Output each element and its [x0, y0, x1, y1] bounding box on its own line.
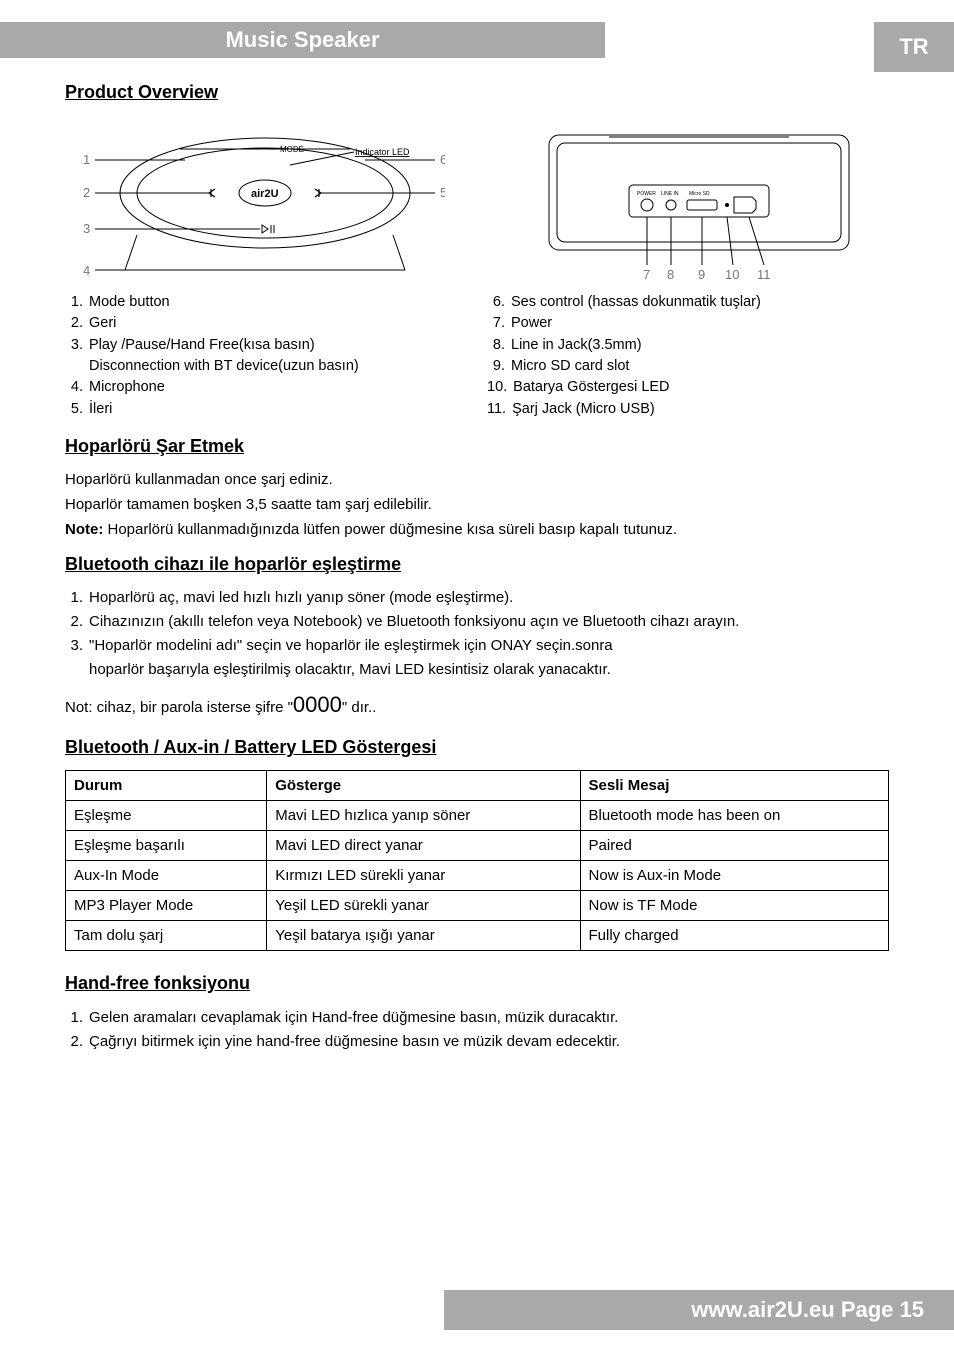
callout-9: 9 [698, 267, 705, 282]
callout-11: 11 [757, 267, 771, 282]
list-item: 1.Gelen aramaları cevaplamak için Hand-f… [65, 1007, 889, 1028]
pair-list: 1.Hoparlörü aç, mavi led hızlı hızlı yan… [65, 587, 889, 680]
list-item-sub: Disconnection with BT device(uzun basın) [89, 356, 467, 376]
back-diagram: POWER LINE IN Micro SD 7 8 9 10 11 [509, 115, 889, 285]
microsd-port-label: Micro SD [689, 191, 710, 197]
footer-banner: www.air2U.eu Page 15 [444, 1290, 954, 1330]
th-durum: Durum [66, 771, 267, 801]
led-status-table: Durum Gösterge Sesli Mesaj EşleşmeMavi L… [65, 770, 889, 951]
callout-5: 5 [440, 185, 445, 200]
parts-list: 1.Mode button 2.Geri 3.Play /Pause/Hand … [65, 291, 889, 420]
table-row: EşleşmeMavi LED hızlıca yanıp sönerBluet… [66, 801, 889, 831]
section-title-overview: Product Overview [65, 80, 889, 105]
list-item: 2.Geri [65, 313, 467, 333]
table-header-row: Durum Gösterge Sesli Mesaj [66, 771, 889, 801]
power-port-label: POWER [637, 191, 656, 197]
pw-code: 0000 [293, 692, 342, 717]
list-item-sub: hoparlör başarıyla eşleştirilmiş olacakt… [89, 659, 889, 680]
content: Product Overview [65, 80, 889, 1055]
list-item: 2.Çağrıyı bitirmek için yine hand-free d… [65, 1031, 889, 1052]
list-item: 2.Cihazınızın (akıllı telefon veya Noteb… [65, 611, 889, 632]
charge-p1: Hoparlörü kullanmadan once şarj ediniz. [65, 469, 889, 490]
table-row: Eşleşme başarılıMavi LED direct yanarPai… [66, 831, 889, 861]
list-item: 10.Batarya Göstergesi LED [487, 377, 889, 397]
callout-8: 8 [667, 267, 674, 282]
parts-right-col: 6.Ses control (hassas dokunmatik tuşlar)… [487, 291, 889, 420]
table-row: Tam dolu şarjYeşil batarya ışığı yanarFu… [66, 921, 889, 951]
mode-label: MODE [280, 145, 304, 154]
list-item: 5.İleri [65, 399, 467, 419]
front-diagram: MODE Indicator LED air2U 1 2 3 4 6 5 [65, 115, 445, 285]
list-item: 1.Hoparlörü aç, mavi led hızlı hızlı yan… [65, 587, 889, 608]
password-note: Not: cihaz, bir parola isterse şifre "00… [65, 690, 889, 721]
section-title-handfree: Hand-free fonksiyonu [65, 971, 889, 996]
list-item: 7.Power [487, 313, 889, 333]
note-body: Hoparlörü kullanmadığınızda lütfen power… [103, 521, 677, 538]
logo-text: air2U [251, 188, 279, 200]
charge-p2: Hoparlör tamamen boşken 3,5 saatte tam ş… [65, 494, 889, 515]
lang-badge: TR [874, 22, 954, 72]
callout-1: 1 [83, 152, 90, 167]
pw-post: " dır.. [342, 699, 377, 716]
note-lead: Note: [65, 521, 103, 538]
callout-2: 2 [83, 185, 90, 200]
linein-port-label: LINE IN [661, 191, 679, 197]
header-banner: Music Speaker [0, 22, 605, 58]
handfree-list: 1.Gelen aramaları cevaplamak için Hand-f… [65, 1007, 889, 1052]
pw-pre: Not: cihaz, bir parola isterse şifre " [65, 699, 293, 716]
lang-code: TR [899, 34, 928, 60]
indicator-led-label: Indicator LED [355, 147, 410, 157]
section-title-pair: Bluetooth cihazı ile hoparlör eşleştirme [65, 552, 889, 577]
list-item: 9.Micro SD card slot [487, 356, 889, 376]
list-item: 3.Play /Pause/Hand Free(kısa basın) [65, 335, 467, 355]
callout-10: 10 [725, 267, 739, 282]
th-sesli: Sesli Mesaj [580, 771, 888, 801]
diagrams-row: MODE Indicator LED air2U 1 2 3 4 6 5 [65, 115, 889, 285]
section-title-charge: Hoparlörü Şar Etmek [65, 434, 889, 459]
callout-3: 3 [83, 221, 90, 236]
table-row: MP3 Player ModeYeşil LED sürekli yanarNo… [66, 891, 889, 921]
parts-left-col: 1.Mode button 2.Geri 3.Play /Pause/Hand … [65, 291, 467, 420]
charge-note: Note: Hoparlörü kullanmadığınızda lütfen… [65, 519, 889, 540]
callout-4: 4 [83, 263, 90, 278]
table-row: Aux-In ModeKırmızı LED sürekli yanarNow … [66, 861, 889, 891]
list-item: 1.Mode button [65, 292, 467, 312]
list-item: 6.Ses control (hassas dokunmatik tuşlar) [487, 292, 889, 312]
list-item: 3."Hoparlör modelini adı" seçin ve hopar… [65, 635, 889, 656]
footer-text: www.air2U.eu Page 15 [691, 1297, 924, 1323]
callout-7: 7 [643, 267, 650, 282]
list-item: 8.Line in Jack(3.5mm) [487, 335, 889, 355]
header-title: Music Speaker [225, 27, 379, 53]
section-title-led: Bluetooth / Aux-in / Battery LED Gösterg… [65, 735, 889, 760]
list-item: 11.Şarj Jack (Micro USB) [487, 399, 889, 419]
list-item: 4.Microphone [65, 377, 467, 397]
callout-6: 6 [440, 152, 445, 167]
th-gosterge: Gösterge [267, 771, 580, 801]
